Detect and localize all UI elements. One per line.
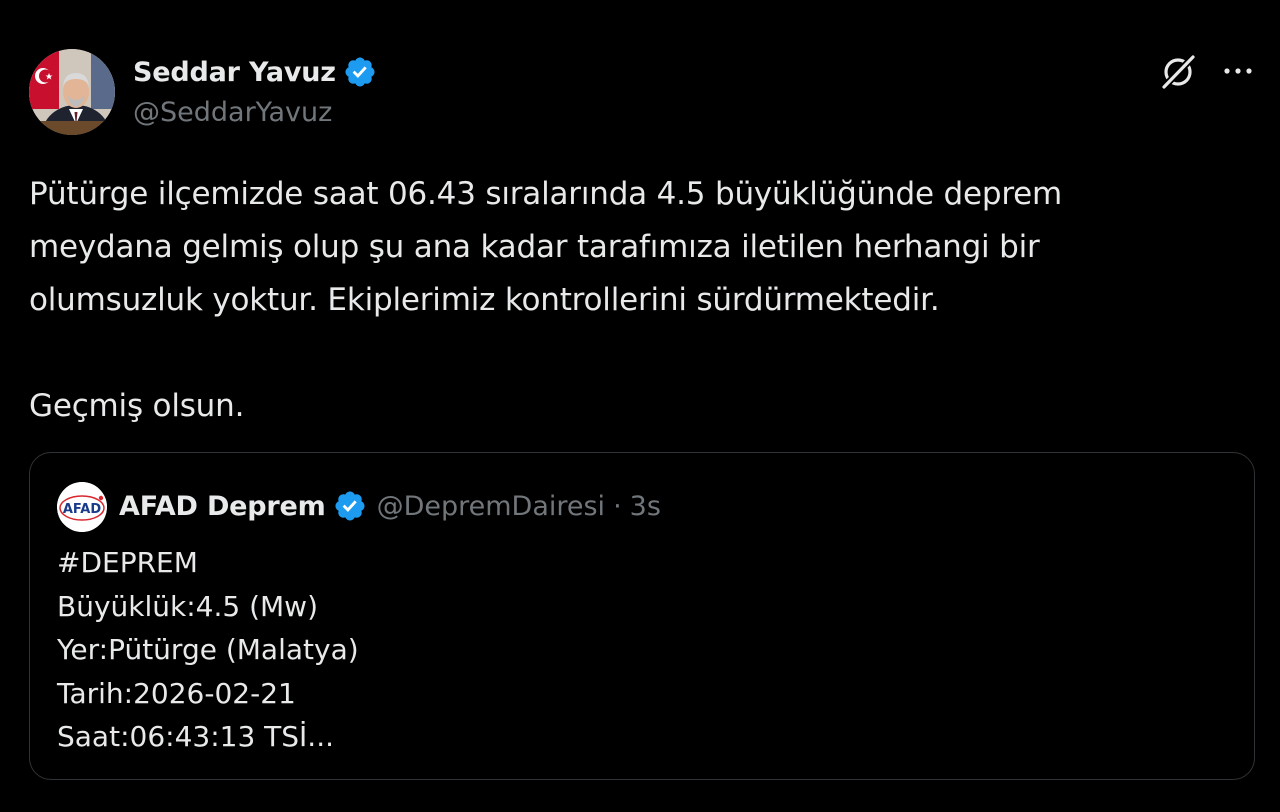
author-handle[interactable]: @SeddarYavuz bbox=[133, 97, 332, 128]
afad-logo-icon: AFAD bbox=[57, 482, 107, 532]
quoted-text-line[interactable]: #DEPREM bbox=[57, 541, 359, 585]
quoted-text: #DEPREM Büyüklük:4.5 (Mw) Yer:Pütürge (M… bbox=[57, 541, 359, 759]
quoted-timestamp[interactable]: 3s bbox=[630, 491, 661, 522]
quoted-tweet-card[interactable]: AFAD AFAD Deprem @DepremDairesi · 3s #DE… bbox=[29, 452, 1255, 780]
verified-badge-icon[interactable] bbox=[343, 55, 377, 89]
tweet-text-line: Geçmiş olsun. bbox=[29, 388, 245, 424]
separator-dot: · bbox=[613, 490, 622, 522]
tweet-text-line: olumsuzluk yoktur. Ekiplerimiz kontrolle… bbox=[29, 282, 940, 318]
grok-icon bbox=[1161, 54, 1196, 90]
quoted-handle[interactable]: @DepremDairesi bbox=[377, 491, 606, 522]
author-name-row: Seddar Yavuz bbox=[133, 53, 377, 91]
more-options-button[interactable] bbox=[1218, 56, 1258, 86]
author-avatar[interactable] bbox=[29, 49, 115, 135]
quoted-text-line: Saat:06:43:13 TSİ... bbox=[57, 720, 334, 753]
afad-logo-text: AFAD bbox=[63, 502, 102, 517]
quoted-text-line: Tarih:2026-02-21 bbox=[57, 676, 296, 710]
tweet-text-line: Pütürge ilçemizde saat 06.43 sıralarında… bbox=[29, 176, 1063, 212]
quoted-text-line: Büyüklük:4.5 (Mw) bbox=[57, 589, 318, 623]
author-display-name[interactable]: Seddar Yavuz bbox=[133, 57, 336, 88]
quoted-text-line: Yer:Pütürge (Malatya) bbox=[57, 633, 359, 666]
profile-photo bbox=[29, 49, 115, 135]
quoted-header: AFAD Deprem @DepremDairesi · 3s bbox=[119, 485, 661, 527]
grok-button[interactable] bbox=[1157, 51, 1199, 93]
quoted-display-name[interactable]: AFAD Deprem bbox=[119, 491, 326, 522]
verified-badge-icon[interactable] bbox=[333, 489, 367, 523]
tweet-text: Pütürge ilçemizde saat 06.43 sıralarında… bbox=[29, 168, 1249, 433]
tweet-text-line: meydana gelmiş olup şu ana kadar tarafım… bbox=[29, 229, 1040, 265]
quoted-avatar[interactable]: AFAD bbox=[57, 482, 107, 532]
more-options-icon bbox=[1224, 68, 1252, 74]
